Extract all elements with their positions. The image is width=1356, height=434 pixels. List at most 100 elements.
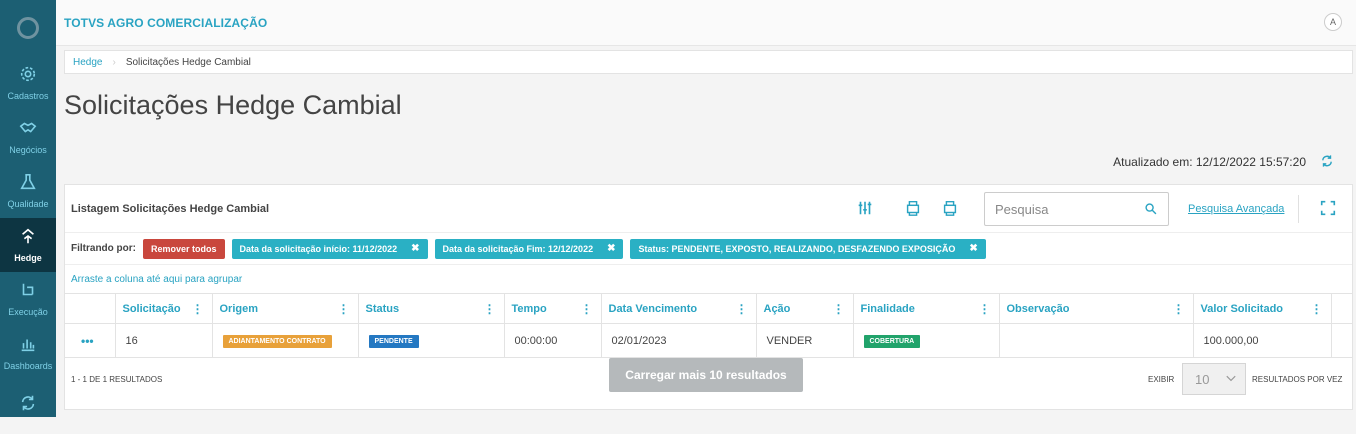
search-icon[interactable] (1144, 202, 1158, 216)
column-header[interactable]: Status ⋮ (358, 293, 505, 324)
cell-status: PENDENTE (358, 323, 505, 358)
sidebar-item-label: Qualidade (7, 199, 49, 209)
bar-chart-icon (21, 339, 35, 352)
column-menu-icon[interactable]: ⋮ (484, 302, 496, 316)
column-header[interactable]: Finalidade ⋮ (853, 293, 1000, 324)
sidebar-item-qualidade[interactable]: Qualidade (0, 164, 56, 218)
column-header-label: Finalidade (860, 302, 915, 315)
gear-icon (20, 66, 36, 82)
sidebar: Cadastros Negócios Qualidade Hedge Execu… (0, 0, 56, 417)
table-header-row: Solicitação ⋮ Origem ⋮ Status ⋮ Tempo ⋮ Data… (65, 293, 1353, 324)
column-header-label: Observação (1006, 302, 1070, 315)
filter-chip-label: Status: PENDENTE, EXPOSTO, REALIZANDO, D… (638, 243, 956, 254)
column-header-label: Status (365, 302, 400, 315)
column-header-label: Solicitação (122, 302, 181, 315)
filter-chip: Data da solicitação início: 11/12/2022 ✖ (231, 238, 428, 259)
close-icon[interactable]: ✖ (411, 243, 419, 254)
cell-finalidade: COBERTURA (853, 323, 1000, 358)
app-logo[interactable] (0, 0, 56, 56)
column-header[interactable]: Origem ⋮ (212, 293, 359, 324)
divider (1298, 195, 1299, 223)
load-more-button[interactable]: Carregar mais 10 resultados (609, 358, 803, 392)
sidebar-item-label: Negócios (9, 145, 47, 155)
columns-settings-icon[interactable] (856, 199, 874, 217)
fullscreen-icon[interactable] (1319, 199, 1337, 217)
column-header-label: Ação (763, 302, 791, 315)
sidebar-item-label: Execução (8, 307, 48, 317)
app-title: TOTVS AGRO COMERCIALIZAÇÃO (64, 15, 268, 30)
column-menu-icon[interactable]: ⋮ (338, 302, 350, 316)
filter-chip-label: Data da solicitação Fim: 12/12/2022 (442, 243, 594, 254)
export-xls-icon[interactable] (904, 199, 922, 217)
column-header-actions (65, 293, 116, 324)
filter-bar: Filtrando por: Remover todos Data da sol… (65, 233, 1352, 265)
sidebar-item-sync[interactable] (0, 380, 56, 434)
sidebar-item-cadastros[interactable]: Cadastros (0, 56, 56, 110)
row-actions-icon[interactable]: ••• (65, 323, 116, 358)
column-menu-icon[interactable]: ⋮ (833, 302, 845, 316)
column-menu-icon[interactable]: ⋮ (1311, 302, 1323, 316)
page-title: Solicitações Hedge Cambial (64, 90, 402, 120)
page-size-label: EXIBIR (1148, 375, 1175, 384)
column-menu-icon[interactable]: ⋮ (1173, 302, 1185, 316)
column-header[interactable]: Observação ⋮ (999, 293, 1194, 324)
status-badge: PENDENTE (368, 334, 419, 348)
column-menu-icon[interactable]: ⋮ (192, 302, 204, 316)
page-size-select[interactable]: 10 (1182, 363, 1246, 395)
cell-tempo: 00:00:00 (504, 323, 602, 358)
sidebar-item-dashboards[interactable]: Dashboards (0, 326, 56, 380)
chevron-down-icon (1226, 375, 1236, 382)
cell-valor: 100.000,00 (1193, 323, 1332, 358)
logo-icon (17, 17, 39, 39)
breadcrumb: Hedge › Solicitações Hedge Cambial (64, 50, 1353, 74)
per-page-label: RESULTADOS POR VEZ (1252, 375, 1343, 384)
sidebar-item-negocios[interactable]: Negócios (0, 110, 56, 164)
sidebar-item-label: Dashboards (3, 361, 53, 371)
page-size-value: 10 (1195, 371, 1210, 387)
top-bar: TOTVS AGRO COMERCIALIZAÇÃO (56, 0, 1356, 46)
export-pdf-icon[interactable] (941, 199, 959, 217)
column-header-label: Tempo (511, 302, 547, 315)
close-icon[interactable]: ✖ (607, 243, 615, 254)
column-header[interactable]: Valor Solicitado ⋮ (1193, 293, 1332, 324)
user-avatar[interactable]: A (1324, 13, 1342, 31)
column-header-label: Origem (219, 302, 259, 315)
results-table: Solicitação ⋮ Origem ⋮ Status ⋮ Tempo ⋮ Data… (65, 293, 1353, 358)
handshake-icon (19, 122, 37, 133)
list-card: Listagem Solicitações Hedge Cambial Pesq… (64, 184, 1353, 410)
breadcrumb-link-hedge[interactable]: Hedge (73, 57, 112, 68)
column-header[interactable]: Data Vencimento ⋮ (601, 293, 757, 324)
column-menu-icon[interactable]: ⋮ (979, 302, 991, 316)
search-input[interactable]: Pesquisa (984, 192, 1169, 226)
sidebar-item-execucao[interactable]: Execução (0, 272, 56, 326)
cell-acao: VENDER (756, 323, 854, 358)
cell-observacao (999, 323, 1194, 358)
sidebar-item-hedge[interactable]: Hedge (0, 218, 56, 272)
close-icon[interactable]: ✖ (969, 243, 977, 254)
user-initial: A (1329, 17, 1336, 27)
column-header[interactable]: Solicitação ⋮ (115, 293, 213, 324)
table-row[interactable]: ••• 16 ADIANTAMENTO CONTRATO PENDENTE 00… (65, 323, 1353, 358)
column-header-label: Valor Solicitado (1200, 302, 1284, 315)
breadcrumb-separator-icon: › (112, 56, 116, 68)
sidebar-item-label: Cadastros (7, 91, 49, 101)
column-header[interactable]: Ação ⋮ (756, 293, 854, 324)
card-header: Listagem Solicitações Hedge Cambial Pesq… (65, 185, 1352, 233)
flask-icon (20, 173, 36, 190)
purpose-badge: COBERTURA (863, 334, 921, 348)
sync-icon (21, 395, 35, 411)
filter-label: Filtrando por: (71, 243, 136, 254)
filter-chip-label: Data da solicitação início: 11/12/2022 (239, 243, 398, 254)
column-menu-icon[interactable]: ⋮ (581, 302, 593, 316)
cell-origem: ADIANTAMENTO CONTRATO (212, 323, 359, 358)
breadcrumb-current: Solicitações Hedge Cambial (125, 56, 251, 68)
remove-all-filters-button[interactable]: Remover todos (143, 238, 225, 259)
refresh-icon[interactable] (1320, 154, 1334, 168)
group-by-drop-zone[interactable]: Arraste a coluna até aqui para agrupar (65, 265, 1352, 293)
cell-vencimento: 02/01/2023 (601, 323, 757, 358)
column-header[interactable]: Tempo ⋮ (504, 293, 602, 324)
execution-icon (22, 283, 34, 296)
main-area: TOTVS AGRO COMERCIALIZAÇÃO A Hedge › Sol… (56, 0, 1356, 417)
column-menu-icon[interactable]: ⋮ (736, 302, 748, 316)
advanced-search-link[interactable]: Pesquisa Avançada (1188, 203, 1284, 215)
